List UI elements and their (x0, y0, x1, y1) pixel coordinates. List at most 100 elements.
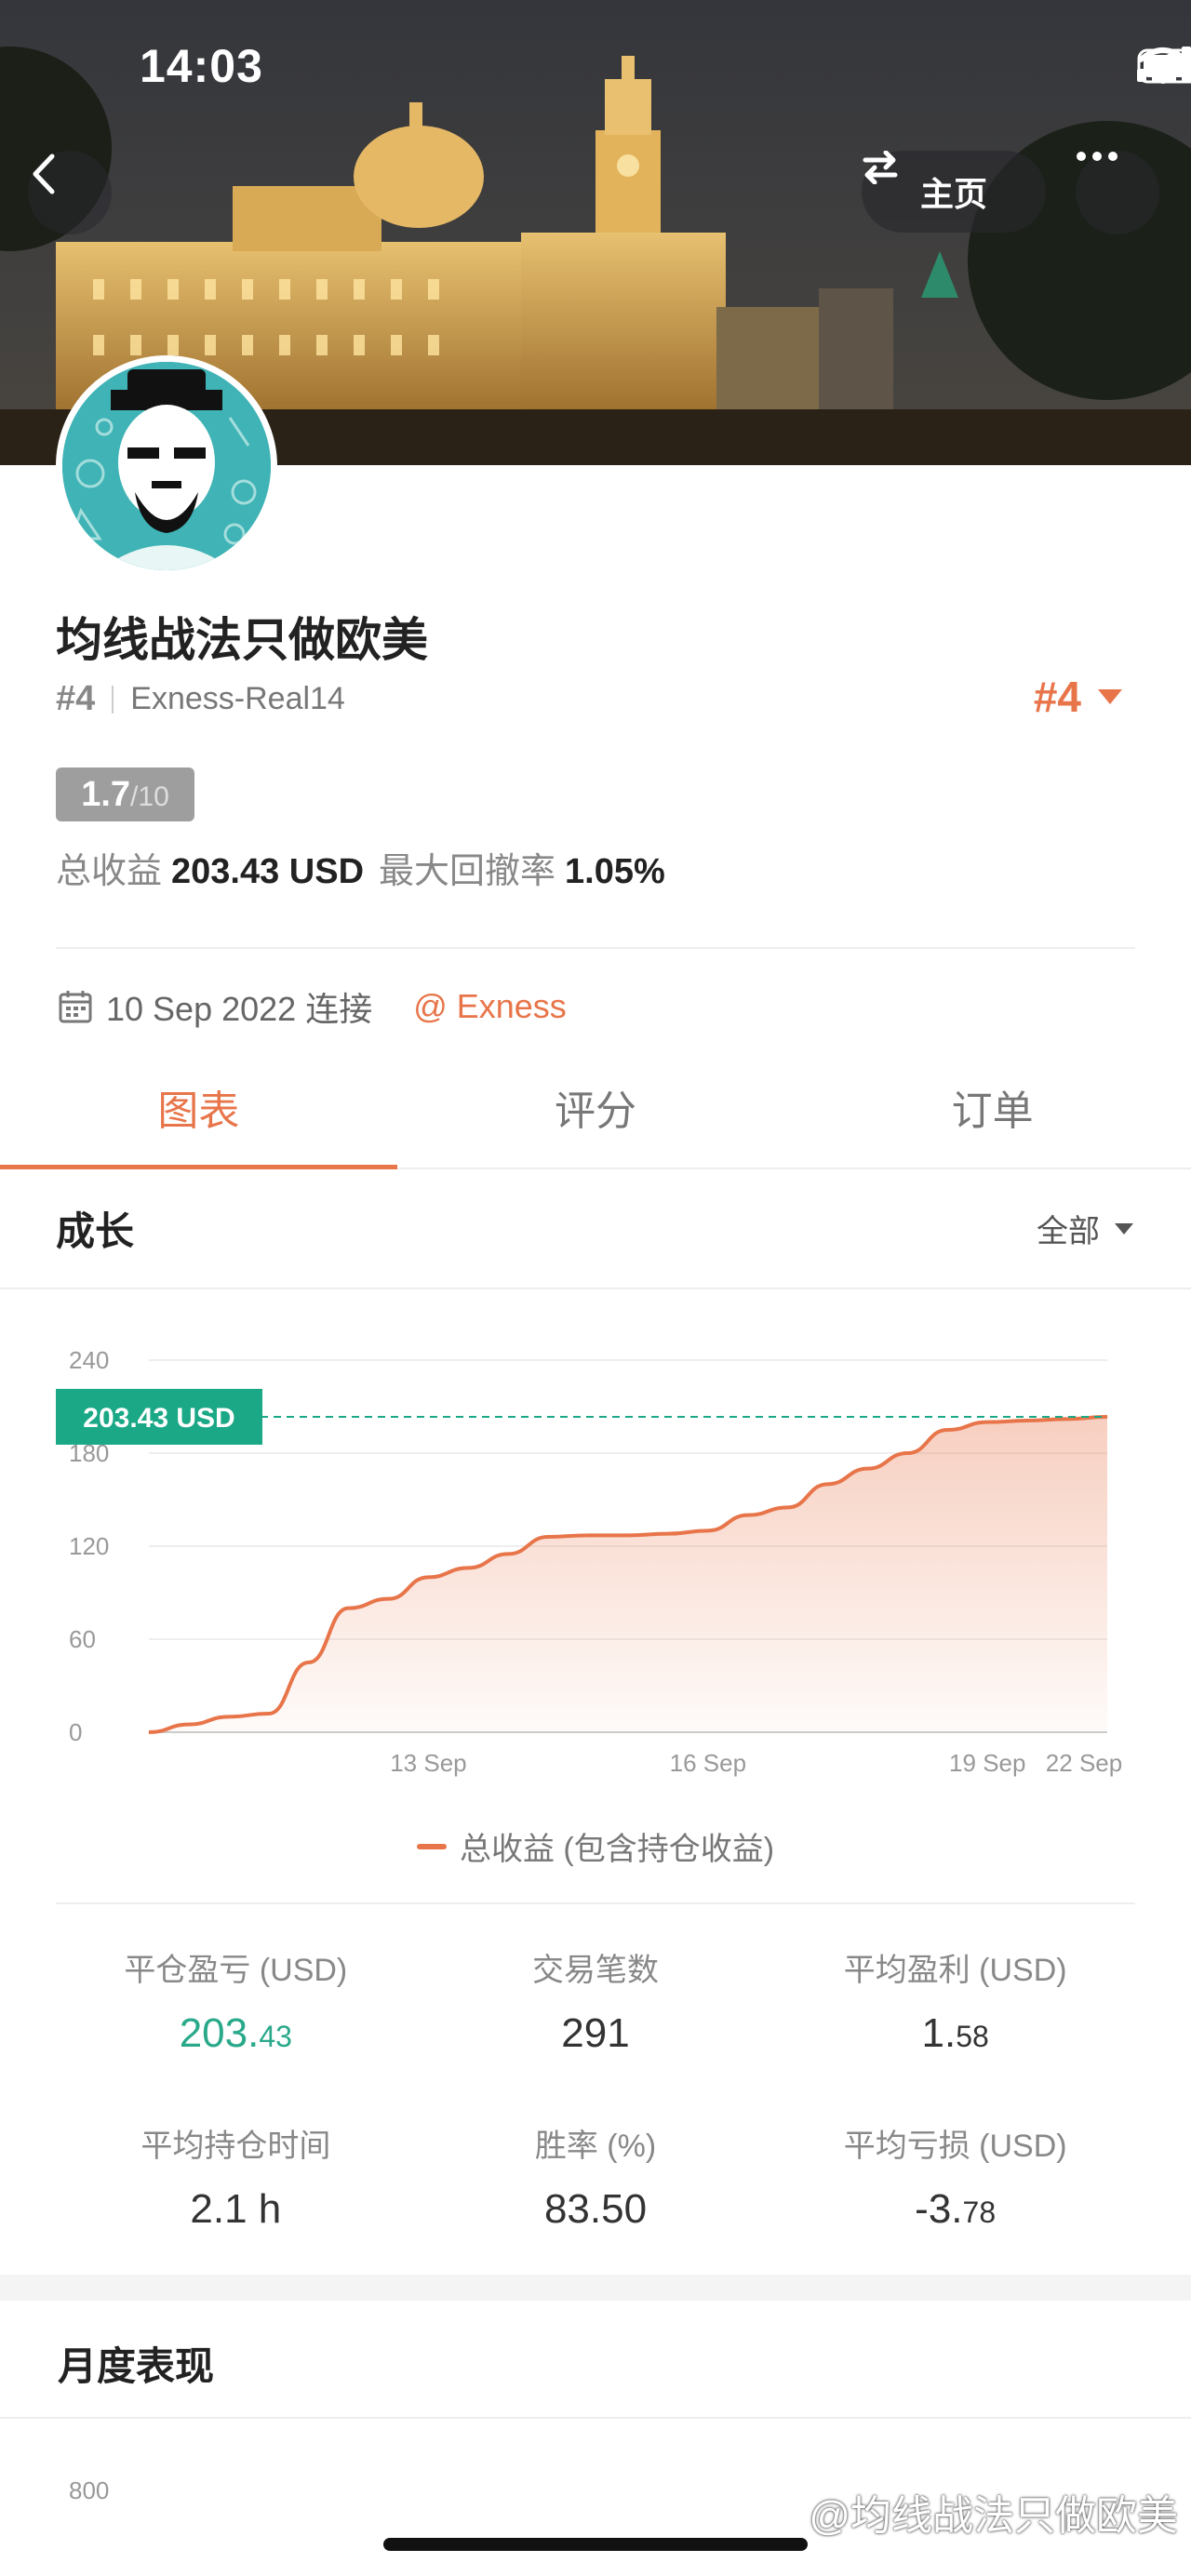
home-indicator (383, 2538, 808, 2551)
data-point (1066, 1418, 1068, 1420)
tab-chart[interactable]: 图表 (0, 1047, 397, 1169)
data-point (507, 1553, 509, 1555)
current-value-label: 203.43 USD (83, 1403, 234, 1434)
rank-badge: #4 (1033, 673, 1081, 721)
total-profit-label: 总收益 (56, 852, 163, 891)
growth-chart[interactable]: 06012018024013 Sep 16 Sep 19 Sep 22 Sep203.… (0, 1321, 1191, 1842)
kpi-value-main: 83.50 (543, 2186, 648, 2232)
kpi-value-main: -3. (915, 2186, 963, 2232)
data-point (986, 1421, 988, 1423)
status-time: 14:03 (140, 40, 263, 92)
profit-summary: 总收益 203.43 USD 最大回撤率 1.05% (56, 842, 665, 893)
kpi-label: 平仓盈亏 (USD) (124, 1953, 348, 1988)
y-tick-label: 120 (69, 1532, 109, 1560)
legend-label: 总收益 (包含持仓收益) (459, 1832, 775, 1867)
tab-rating[interactable]: 评分 (397, 1047, 795, 1168)
x-tick-label: 16 Sep (670, 1749, 746, 1777)
kpi-label: 平均亏损 (USD) (843, 2129, 1067, 2164)
kpi-value-main: 291 (561, 2010, 630, 2056)
section-divider (0, 2275, 1191, 2301)
x-tick-label: 13 Sep (390, 1749, 466, 1777)
kpi-value: 203.43 (56, 2010, 416, 2057)
score-badge: 1.7 /10 (56, 767, 194, 821)
avatar[interactable] (56, 355, 277, 577)
range-label: 全部 (1037, 1214, 1100, 1249)
legend-swatch (416, 1843, 447, 1849)
max-drawdown-label: 最大回撤率 (379, 852, 556, 891)
account-name: Exness-Real14 (130, 681, 345, 716)
y-tick-label: 240 (69, 1346, 109, 1374)
kpi-item: 交易笔数 291 (416, 1944, 776, 2057)
rank-separator (112, 685, 114, 714)
divider (0, 2417, 1191, 2419)
kpi-label: 平均持仓时间 (141, 2129, 331, 2164)
kpi-value: 1.58 (775, 2010, 1135, 2057)
caret-down-icon (1098, 689, 1122, 704)
rank-label: #4 (56, 679, 96, 718)
more-icon (1077, 152, 1117, 161)
tab-bar: 图表 评分 订单 (0, 1047, 1191, 1169)
y-tick-label: 60 (69, 1625, 96, 1653)
kpi-grid: 平仓盈亏 (USD) 203.43 交易笔数 291 平均盈利 (USD) 1.58 平均持… (56, 1944, 1135, 2233)
data-point (388, 1598, 389, 1600)
battery-icon (1137, 48, 1191, 84)
monthly-title: 月度表现 (58, 2344, 215, 2388)
kpi-value-main: 1. (921, 2010, 957, 2056)
data-point (707, 1529, 709, 1531)
kpi-value-decimals: 58 (956, 2020, 989, 2053)
divider (56, 1902, 1135, 1904)
data-point (787, 1506, 789, 1508)
kpi-item: 胜率 (%) 83.50 (416, 2120, 776, 2233)
kpi-value-main: 2.1 h (190, 2186, 282, 2232)
avatar-illustration (62, 362, 271, 570)
kpi-item: 平均盈利 (USD) 1.58 (775, 1944, 1135, 2057)
calendar-icon (59, 991, 92, 1023)
kpi-value: -3.78 (775, 2186, 1135, 2233)
data-point (427, 1576, 429, 1578)
x-tick-label: 22 Sep (1046, 1749, 1122, 1777)
data-point (867, 1468, 868, 1470)
range-selector[interactable]: 全部 (1037, 1206, 1135, 1251)
kpi-label: 胜率 (%) (534, 2129, 657, 2164)
more-button[interactable] (1076, 151, 1159, 234)
data-point (547, 1536, 549, 1538)
home-button-label: 主页 (919, 175, 987, 213)
data-point (627, 1534, 629, 1536)
profile-name: 均线战法只做欧美 (56, 614, 428, 666)
back-button[interactable] (28, 151, 112, 234)
data-point (1106, 1416, 1108, 1418)
data-point (946, 1429, 948, 1431)
weibo-logo-icon (764, 2493, 801, 2530)
score-value: 1.7 (81, 775, 131, 814)
chevron-left-icon (33, 153, 55, 194)
kpi-value: 291 (416, 2010, 776, 2057)
data-point (228, 1715, 230, 1717)
home-button[interactable]: 主页 (862, 151, 1046, 233)
x-tick-label: 19 Sep (949, 1749, 1025, 1777)
data-point (308, 1662, 310, 1663)
data-point (667, 1533, 669, 1535)
swap-icon (863, 151, 898, 184)
broker-link[interactable]: @ Exness (413, 987, 567, 1026)
divider (56, 947, 1135, 949)
growth-header: 成长 全部 (56, 1200, 1135, 1257)
kpi-value-main: 203. (179, 2010, 260, 2056)
data-point (268, 1713, 270, 1715)
score-max: /10 (130, 781, 169, 812)
connection-info: 10 Sep 2022 连接 @ Exness (58, 982, 567, 1031)
series-area (149, 1416, 1107, 1732)
kpi-item: 平均亏损 (USD) -3.78 (775, 2120, 1135, 2233)
tab-orders[interactable]: 订单 (794, 1047, 1191, 1168)
data-point (587, 1534, 589, 1536)
total-profit-value: 203.43 USD (171, 852, 365, 891)
account-info: #4 Exness-Real14 (56, 679, 345, 719)
rank-dropdown[interactable]: #4 (1034, 672, 1124, 722)
data-point (906, 1452, 908, 1454)
kpi-item: 平均持仓时间 2.1 h (56, 2120, 416, 2233)
kpi-value: 2.1 h (56, 2186, 416, 2233)
kpi-value: 83.50 (416, 2186, 776, 2233)
kpi-label: 交易笔数 (531, 1953, 659, 1988)
caret-down-icon (1115, 1222, 1133, 1235)
data-point (827, 1483, 829, 1485)
connected-date: 10 Sep 2022 连接 (106, 990, 373, 1028)
